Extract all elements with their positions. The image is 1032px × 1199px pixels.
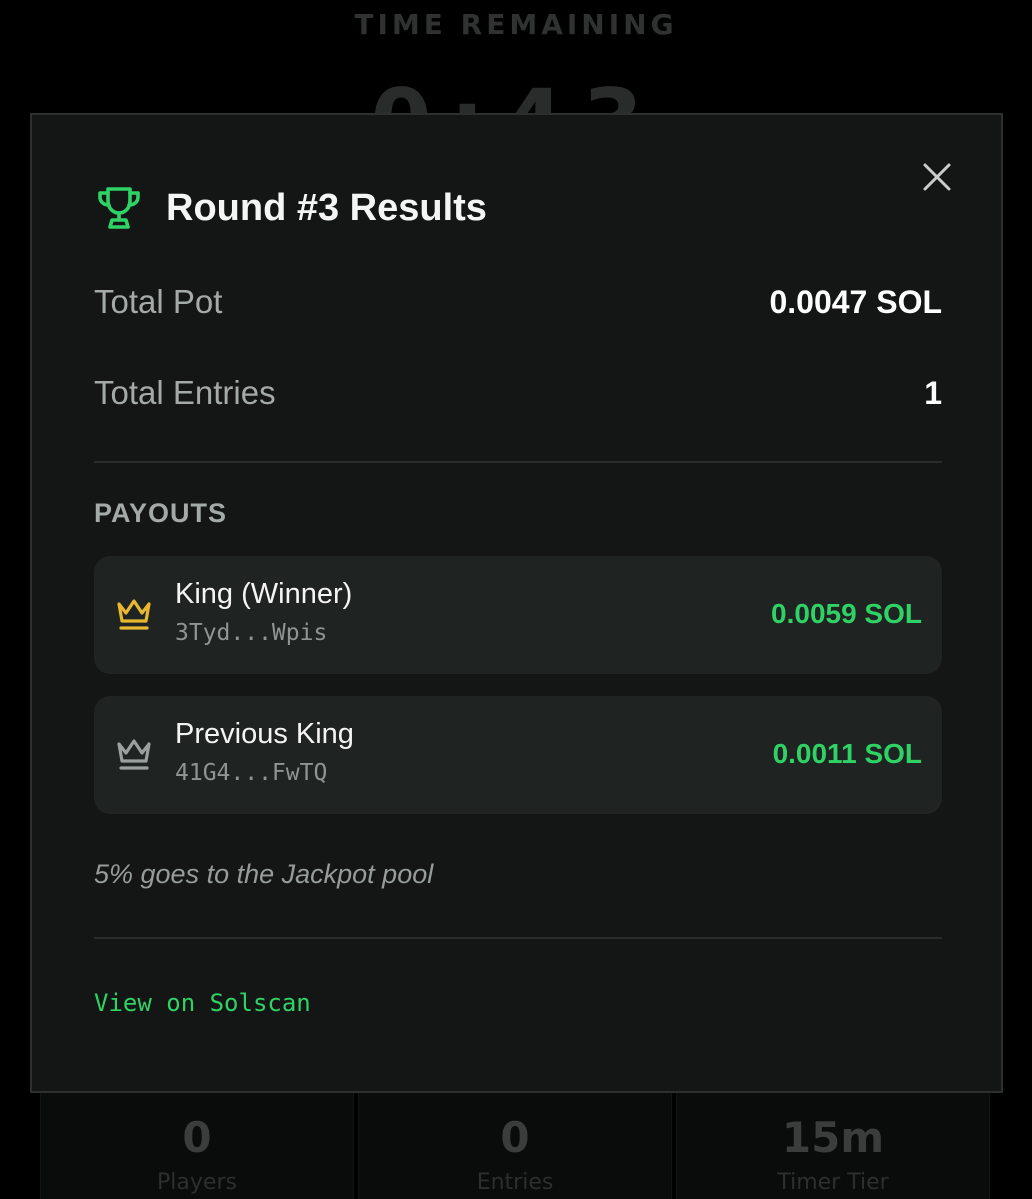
stat-value: 0 [500, 1113, 530, 1162]
stat-value: 15m [781, 1113, 885, 1162]
divider [94, 461, 942, 463]
page: TIME REMAINING 0:43 0 Players 0 Entries … [0, 0, 1032, 1199]
stat-entries: 0 Entries [358, 1092, 672, 1199]
close-button[interactable] [919, 159, 955, 195]
stat-timer-tier: 15m Timer Tier [676, 1092, 990, 1199]
stat-label: Timer Tier [777, 1170, 889, 1195]
divider [94, 937, 942, 939]
stat-label: Players [157, 1170, 237, 1195]
stat-players: 0 Players [40, 1092, 354, 1199]
view-on-solscan-link[interactable]: View on Solscan [94, 989, 311, 1017]
crown-icon [117, 739, 151, 770]
payout-address: 3Tyd...Wpis [175, 620, 328, 646]
total-entries-value: 1 [924, 374, 942, 411]
modal-title: Round #3 Results [166, 186, 487, 229]
payout-amount: 0.0011 SOL [772, 738, 922, 769]
total-pot-label: Total Pot [94, 283, 223, 320]
payout-previous-king: Previous King 41G4...FwTQ 0.0011 SOL [94, 696, 942, 814]
payout-role: Previous King [175, 718, 354, 750]
trophy-icon [98, 187, 140, 229]
payout-amount: 0.0059 SOL [771, 598, 922, 629]
payout-role: King (Winner) [175, 578, 353, 610]
total-pot-value: 0.0047 SOL [769, 283, 942, 320]
crown-icon [117, 599, 151, 630]
total-pot-row: Total Pot 0.0047 SOL [94, 283, 942, 321]
total-entries-label: Total Entries [94, 374, 276, 411]
time-remaining-label: TIME REMAINING [354, 8, 678, 41]
stats-bar: 0 Players 0 Entries 15m Timer Tier [40, 1092, 990, 1199]
modal-header: Round #3 Results [94, 183, 487, 233]
total-entries-row: Total Entries 1 [94, 374, 942, 412]
round-results-modal: Round #3 Results Total Pot 0.0047 SOL To… [30, 113, 1003, 1093]
stat-value: 0 [182, 1113, 212, 1162]
payout-address: 41G4...FwTQ [175, 760, 328, 786]
payout-king-winner: King (Winner) 3Tyd...Wpis 0.0059 SOL [94, 556, 942, 674]
close-icon [923, 163, 951, 191]
jackpot-note: 5% goes to the Jackpot pool [94, 859, 434, 889]
stat-label: Entries [476, 1170, 554, 1195]
payouts-title: PAYOUTS [94, 498, 228, 528]
